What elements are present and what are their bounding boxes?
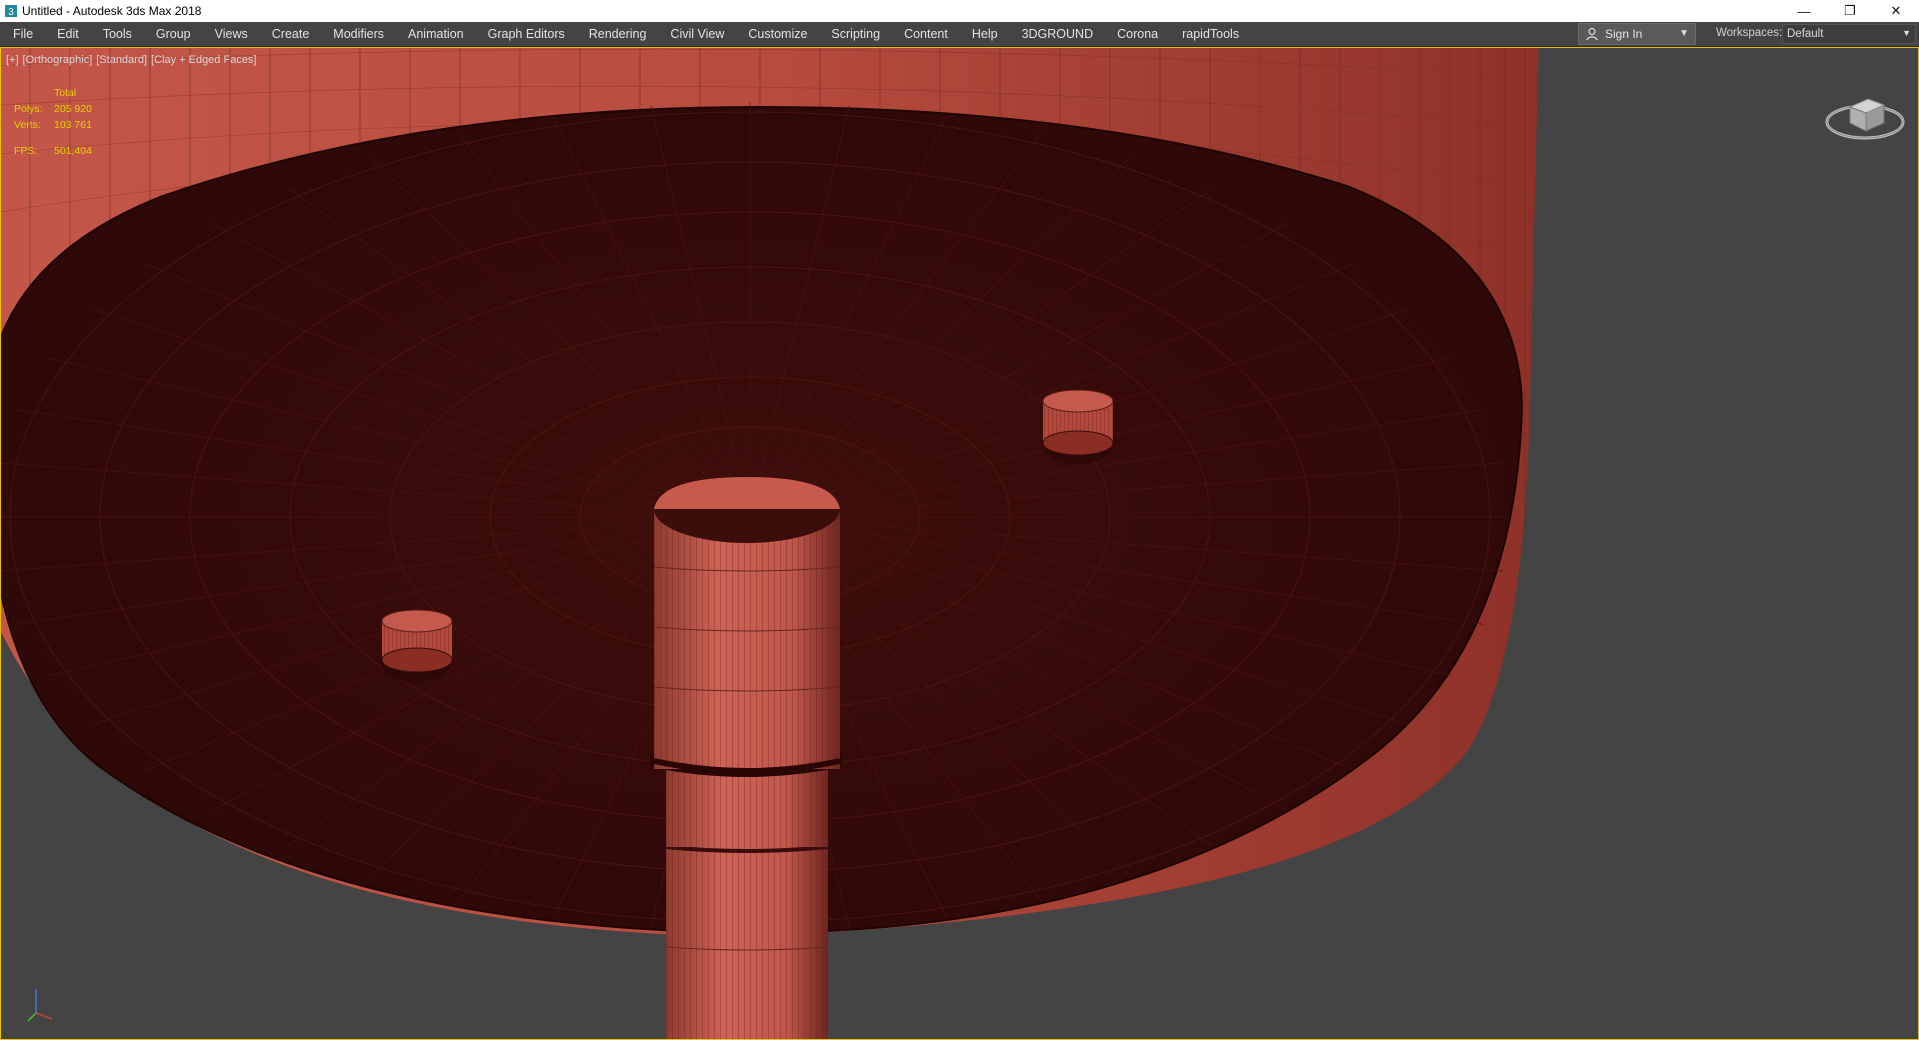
minimize-button[interactable]: —	[1781, 0, 1827, 22]
pin-left	[380, 609, 453, 682]
close-icon: ✕	[1890, 3, 1902, 18]
menu-scripting[interactable]: Scripting	[819, 22, 892, 46]
menu-create[interactable]: Create	[260, 22, 322, 46]
workspaces-label: Workspaces:	[1716, 27, 1783, 39]
viewport-shading-preset[interactable]: [Standard]	[96, 54, 147, 66]
fps-value: 501,404	[54, 145, 92, 157]
menu-graph-editors[interactable]: Graph Editors	[476, 22, 577, 46]
viewport-statistics: Total Polys: 205 920 Verts: 103 761 FPS: 50…	[14, 85, 92, 159]
viewport-view-label[interactable]: [Orthographic]	[23, 54, 93, 66]
close-button[interactable]: ✕	[1873, 0, 1919, 22]
title-bar: 3 Untitled - Autodesk 3ds Max 2018 — ❐ ✕	[0, 0, 1919, 22]
menu-tools[interactable]: Tools	[91, 22, 144, 46]
viewport-shading-mode[interactable]: [Clay + Edged Faces]	[151, 54, 256, 66]
workspaces-select[interactable]: Default ▼	[1782, 24, 1916, 44]
restore-button[interactable]: ❐	[1827, 0, 1873, 22]
svg-text:3: 3	[8, 7, 14, 18]
verts-value: 103 761	[54, 119, 92, 131]
app-icon: 3	[5, 5, 17, 18]
user-icon	[1586, 27, 1598, 41]
viewcube-icon[interactable]	[1820, 77, 1910, 147]
menu-rendering[interactable]: Rendering	[577, 22, 659, 46]
menu-animation[interactable]: Animation	[396, 22, 476, 46]
polys-value: 205 920	[54, 103, 92, 115]
menu-bar: File Edit Tools Group Views Create Modifiers An…	[0, 22, 1919, 47]
viewport-scene[interactable]	[0, 47, 1919, 1040]
polys-label: Polys:	[14, 103, 43, 115]
pin-right	[1042, 389, 1114, 464]
fps-label: FPS:	[14, 145, 38, 157]
menu-help[interactable]: Help	[960, 22, 1010, 46]
viewport-labels: [+] [Orthographic] [Standard] [Clay + Edged…	[6, 54, 261, 66]
menu-views[interactable]: Views	[203, 22, 260, 46]
menu-corona[interactable]: Corona	[1105, 22, 1170, 46]
menu-group[interactable]: Group	[144, 22, 203, 46]
menu-3dground[interactable]: 3DGROUND	[1010, 22, 1106, 46]
menu-modifiers[interactable]: Modifiers	[321, 22, 396, 46]
sign-in-label: Sign In	[1605, 27, 1643, 41]
axis-gizmo-icon	[27, 989, 53, 1022]
menu-rapidtools[interactable]: rapidTools	[1170, 22, 1251, 46]
stats-header: Total	[54, 87, 77, 99]
verts-label: Verts:	[14, 119, 41, 131]
dropdown-arrow-icon: ▼	[1902, 28, 1911, 38]
menu-items: File Edit Tools Group Views Create Modifiers An…	[0, 22, 1251, 46]
workspaces-value: Default	[1787, 28, 1824, 40]
sign-in-dropdown[interactable]: Sign In ▼	[1578, 23, 1696, 45]
menu-edit[interactable]: Edit	[45, 22, 91, 46]
dropdown-arrow-icon: ▼	[1679, 28, 1689, 39]
menu-customize[interactable]: Customize	[736, 22, 819, 46]
menu-file[interactable]: File	[0, 22, 45, 46]
viewport-plus-menu[interactable]: [+]	[6, 54, 19, 66]
menu-civil-view[interactable]: Civil View	[658, 22, 736, 46]
perspective-viewport[interactable]: [+] [Orthographic] [Standard] [Clay + Edged…	[0, 47, 1919, 1040]
restore-icon: ❐	[1844, 3, 1856, 18]
center-post	[650, 475, 842, 1040]
menu-content[interactable]: Content	[892, 22, 960, 46]
window-title: Untitled - Autodesk 3ds Max 2018	[22, 4, 202, 18]
minimize-icon: —	[1797, 3, 1811, 19]
